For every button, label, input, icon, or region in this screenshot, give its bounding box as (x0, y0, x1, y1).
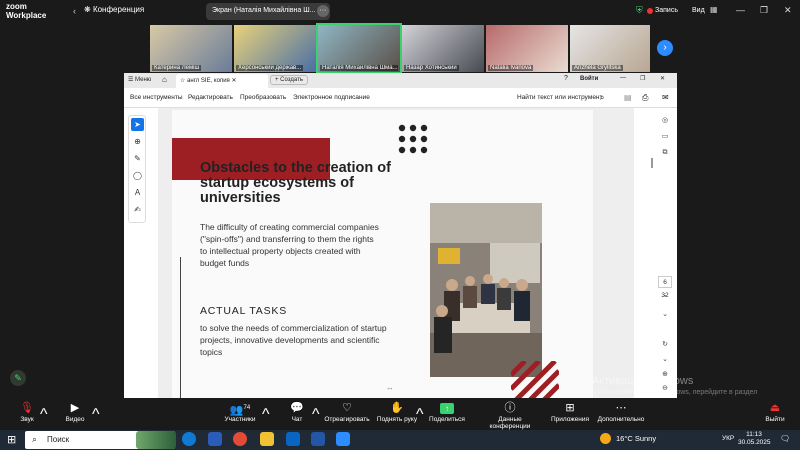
page-up-icon[interactable]: ⌃ (659, 293, 671, 305)
info-icon: ⓘ (504, 402, 516, 414)
tool-all-tools[interactable]: Все инструменты (130, 94, 183, 101)
windows-activation-title: Активация Windows (592, 375, 694, 387)
video-tile[interactable]: Natalia Ivanova (486, 25, 568, 72)
annotate-pen-icon[interactable]: ✎ (10, 370, 26, 386)
tab-close-icon[interactable]: ✕ (231, 78, 236, 84)
minimize-icon[interactable]: — (620, 75, 626, 81)
more-icon: ⋯ (615, 402, 627, 414)
video-tile-active-speaker[interactable]: Наталія Михайлівна Шма... (316, 23, 402, 74)
video-tile[interactable]: Херсонський держав... (234, 25, 316, 72)
close-icon[interactable]: ✕ (784, 5, 792, 16)
zoom-comment-icon[interactable]: ⊕ (131, 135, 144, 148)
windows-start-icon[interactable]: ⊞ (7, 433, 16, 446)
home-icon[interactable]: ⌂ (162, 75, 167, 84)
file-explorer-icon[interactable] (260, 432, 274, 446)
record-label[interactable]: Запись (655, 7, 678, 14)
mail-icon[interactable]: ✉ (662, 93, 669, 102)
share-icon: ↑ (414, 400, 480, 416)
record-dot-icon (647, 8, 653, 14)
tool-esign[interactable]: Электронное подписание (293, 94, 370, 101)
taskbar-clock[interactable]: 11:13 30.05.2025 (738, 431, 771, 447)
copy-icon[interactable]: ⧉ (659, 147, 671, 159)
document-tab[interactable]: ☆ англ SIE, копия ✕ (176, 74, 268, 88)
dots-decoration (398, 124, 428, 154)
menu-button[interactable]: ☰ Меню (128, 76, 151, 83)
stripes-decoration (511, 361, 559, 398)
zoom-meeting-toolbar: 🎙 Звук ^ ▶ Видео ^ 👥74 Участники ^ 💬 Чат ^ ♡… (0, 398, 800, 430)
word-icon[interactable] (208, 432, 222, 446)
video-gallery: Катерина Леміш Херсонський держав... Нат… (150, 23, 650, 74)
more-options-icon[interactable]: ··· (317, 5, 329, 17)
grid-icon[interactable]: ▦ (710, 5, 718, 14)
annotation-toolbar: ➤ ⊕ ✎ ◯ A ✍ (128, 115, 146, 223)
conference-button[interactable]: ❋ Конференция (84, 5, 144, 14)
stamp-icon[interactable]: ✍ (131, 203, 144, 216)
leave-icon: ⏏ (769, 402, 781, 414)
acrobat-tools-bar: Все инструменты Редактировать Преобразов… (124, 88, 677, 108)
search-icon: ⌕ (32, 434, 38, 444)
video-tile[interactable]: Назар Хотинський (402, 25, 484, 72)
restore-icon[interactable]: ❐ (760, 5, 768, 16)
chevron-left-icon[interactable]: ‹ (73, 6, 76, 16)
video-tile[interactable]: Anzhela Grylitska (570, 25, 650, 72)
select-cursor-icon[interactable]: ➤ (131, 118, 144, 131)
pen-icon[interactable]: ✎ (131, 152, 144, 165)
vertical-rule (180, 257, 181, 398)
outlook-icon[interactable] (286, 432, 300, 446)
minimize-icon[interactable]: — (736, 5, 745, 15)
restore-icon[interactable]: ❐ (640, 75, 645, 82)
save-icon[interactable]: ▤ (624, 93, 632, 102)
edge-icon[interactable] (182, 432, 196, 446)
share-button[interactable]: ↑ Поделиться (414, 400, 480, 423)
refresh-icon[interactable]: ↻ (659, 339, 671, 351)
print-icon[interactable]: ⎙ (642, 93, 648, 103)
chrome-icon[interactable] (233, 432, 247, 446)
resize-handle-icon[interactable]: ↔ (386, 383, 394, 392)
scrollbar-thumb[interactable] (651, 158, 653, 168)
slide-body: The difficulty of creating commercial co… (200, 222, 379, 268)
slide-title: Obstacles to the creation of startup eco… (200, 160, 391, 206)
shared-screen: ☰ Меню ⌂ ☆ англ SIE, копия ✕ + Создать ?… (124, 73, 677, 398)
video-options-icon[interactable]: ^ (92, 406, 100, 424)
tool-convert[interactable]: Преобразовать (240, 94, 286, 101)
screen-share-indicator[interactable]: Экран (Наталія Михайлівна Ш... (206, 3, 330, 20)
signin-button[interactable]: Войти (580, 76, 598, 82)
tool-edit[interactable]: Редактировать (188, 94, 233, 101)
right-tools-rail: ◎ ▭ ⧉ ⌃ ⌄ ↻ ⌄ ⊕ ⊖ (654, 113, 676, 393)
store-icon[interactable] (311, 432, 325, 446)
slide-heading: ACTUAL TASKS (200, 305, 288, 317)
video-tile[interactable]: Катерина Леміш (150, 25, 232, 72)
meeting-photo (430, 203, 542, 377)
new-tab-button[interactable]: + Создать (270, 75, 308, 85)
language-indicator[interactable]: УКР (722, 435, 734, 442)
weather-widget[interactable]: 16°C Sunny (616, 434, 656, 443)
pdf-page-slide: Obstacles to the creation of startup eco… (172, 110, 593, 398)
acrobat-tab-bar: ☰ Меню ⌂ ☆ англ SIE, копия ✕ + Создать ?… (124, 73, 677, 88)
slide-tasks: to solve the needs of commercialization … (200, 323, 387, 357)
more-button[interactable]: ⋯ Дополнительно (588, 400, 654, 423)
shield-icon[interactable]: ⛨ (636, 5, 643, 16)
sun-icon (600, 433, 611, 444)
notifications-icon[interactable]: 🗨 (780, 434, 790, 443)
text-box-icon[interactable]: A (131, 186, 144, 199)
zoom-logo: zoom Workplace (6, 2, 47, 20)
page-down-icon[interactable]: ⌄ (659, 309, 671, 321)
search-icon[interactable]: ⌕ (600, 93, 604, 103)
zoom-app-icon[interactable] (336, 432, 350, 446)
find-label[interactable]: Найти текст или инструмент (517, 94, 603, 101)
help-icon[interactable]: ? (564, 75, 568, 82)
leave-button[interactable]: ⏏ Выйти (742, 400, 800, 423)
search-highlight-image (136, 431, 176, 449)
paw-icon: ❋ (84, 5, 91, 14)
page-tools-icon[interactable]: ▭ (659, 131, 671, 143)
comment-icon[interactable]: ◎ (659, 115, 671, 127)
close-icon[interactable]: ✕ (660, 75, 665, 82)
meeting-info-button[interactable]: ⓘ Данные конференции (477, 400, 543, 430)
view-button[interactable]: Вид (692, 7, 705, 14)
gallery-next-icon[interactable]: › (657, 40, 673, 56)
lasso-icon[interactable]: ◯ (131, 169, 144, 182)
chevron-down-icon[interactable]: ⌄ (659, 354, 671, 366)
